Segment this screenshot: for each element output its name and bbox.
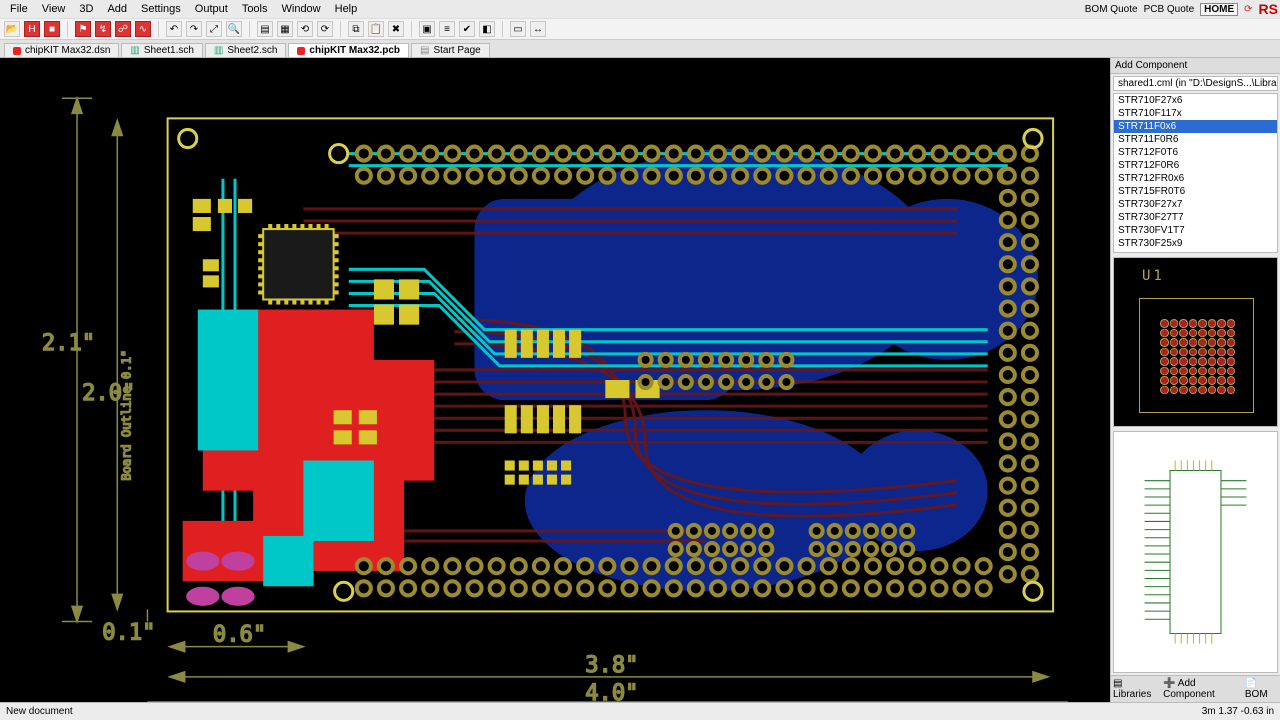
- topright-links: BOM Quote PCB Quote HOME ⟳ RS: [1085, 1, 1278, 17]
- svg-text:Board Outline 0.1": Board Outline 0.1": [119, 350, 133, 481]
- part-item[interactable]: STR710F27x6: [1114, 94, 1277, 107]
- svg-text:0.6": 0.6": [213, 622, 266, 648]
- status-coords: 3m 1.37 -0.63 in: [1202, 706, 1274, 717]
- schematic-preview: [1113, 431, 1278, 673]
- parts-list[interactable]: STR710F27x6STR710F117xSTR711F0x6STR711F0…: [1113, 93, 1278, 253]
- side-tab-add[interactable]: ➕ Add Component: [1163, 678, 1239, 700]
- pcb-icon: [297, 47, 305, 55]
- part-item[interactable]: STR730F25x9: [1114, 237, 1277, 250]
- panel-title: Add Component: [1111, 58, 1280, 74]
- copy-icon[interactable]: ⧉: [348, 21, 364, 37]
- part-item[interactable]: STR730FV1T7: [1114, 224, 1277, 237]
- part-item[interactable]: STR730F27T7: [1114, 211, 1277, 224]
- document-tabs: chipKIT Max32.dsn ▥Sheet1.sch ▥Sheet2.sc…: [0, 40, 1280, 58]
- library-path[interactable]: shared1.cml (in "D:\DesignS...\Library"): [1113, 76, 1278, 91]
- tab-pcb[interactable]: chipKIT Max32.pcb: [288, 43, 409, 57]
- part-item[interactable]: STR712F0R6: [1114, 159, 1277, 172]
- side-panel: Add Component shared1.cml (in "D:\Design…: [1110, 58, 1280, 702]
- pcb-svg: 2.1" 2.0" 0.1" 0.6" 3.8" 4.0" Board Outl…: [0, 58, 1110, 702]
- menu-help[interactable]: Help: [329, 2, 364, 16]
- menu-add[interactable]: Add: [101, 2, 133, 16]
- part-item[interactable]: STR730F27x7: [1114, 198, 1277, 211]
- grid-icon[interactable]: ▦: [277, 21, 293, 37]
- footprint-preview: U1: [1113, 257, 1278, 427]
- render3d-icon[interactable]: ◧: [479, 21, 495, 37]
- doc-icon: ▤: [420, 45, 429, 56]
- open-icon[interactable]: 📂: [4, 21, 20, 37]
- zoom-icon[interactable]: 🔍: [226, 21, 242, 37]
- flag-icon[interactable]: ⚑: [75, 21, 91, 37]
- layer-icon[interactable]: ▤: [257, 21, 273, 37]
- paste-icon[interactable]: 📋: [368, 21, 384, 37]
- refresh-icon[interactable]: ⟳: [1244, 4, 1252, 15]
- side-tabs: ▤ Libraries ➕ Add Component 📄 BOM: [1111, 675, 1280, 702]
- part-item[interactable]: STR712F0T6: [1114, 146, 1277, 159]
- rotate-right-icon[interactable]: ⟳: [317, 21, 333, 37]
- pcb-quote-link[interactable]: PCB Quote: [1144, 4, 1195, 15]
- bom-quote-link[interactable]: BOM Quote: [1085, 4, 1138, 15]
- rotate-left-icon[interactable]: ⟲: [297, 21, 313, 37]
- sch-icon: ▥: [130, 45, 139, 56]
- menu-output[interactable]: Output: [189, 2, 234, 16]
- status-bar: New document 3m 1.37 -0.63 in: [0, 702, 1280, 720]
- side-tab-libraries[interactable]: ▤ Libraries: [1113, 678, 1157, 700]
- sch-icon: ▥: [214, 45, 223, 56]
- trace-icon[interactable]: ∿: [135, 21, 151, 37]
- dim-icon[interactable]: ↔: [530, 21, 546, 37]
- menu-window[interactable]: Window: [276, 2, 327, 16]
- menu-file[interactable]: File: [4, 2, 34, 16]
- rs-logo: RS: [1259, 1, 1278, 17]
- sheet-icon[interactable]: ▭: [510, 21, 526, 37]
- part-item[interactable]: STR711F0R6: [1114, 133, 1277, 146]
- refdes-label: U1: [1142, 268, 1165, 284]
- undo-icon[interactable]: ↶: [166, 21, 182, 37]
- net-icon[interactable]: ≡: [439, 21, 455, 37]
- route-icon[interactable]: ↯: [95, 21, 111, 37]
- svg-text:0.1": 0.1": [102, 620, 155, 646]
- chip-icon[interactable]: ▣: [419, 21, 435, 37]
- via-icon[interactable]: ☍: [115, 21, 131, 37]
- svg-text:4.0": 4.0": [585, 680, 638, 702]
- side-tab-bom[interactable]: 📄 BOM: [1245, 678, 1278, 700]
- status-left: New document: [6, 706, 73, 717]
- home-button[interactable]: HOME: [1200, 3, 1238, 16]
- part-item[interactable]: STR715FR0T6: [1114, 185, 1277, 198]
- drc-icon[interactable]: ✔: [459, 21, 475, 37]
- menu-view[interactable]: View: [36, 2, 72, 16]
- tab-startpage[interactable]: ▤Start Page: [411, 43, 490, 57]
- tab-sheet1[interactable]: ▥Sheet1.sch: [121, 43, 203, 57]
- delete-icon[interactable]: ✖: [388, 21, 404, 37]
- chip-outline: [1139, 298, 1254, 413]
- save-icon[interactable]: H: [24, 21, 40, 37]
- pcb-canvas[interactable]: 2.1" 2.0" 0.1" 0.6" 3.8" 4.0" Board Outl…: [0, 58, 1110, 702]
- toolbar: 📂 H ■ ⚑ ↯ ☍ ∿ ↶ ↷ ⤢ 🔍 ▤ ▦ ⟲ ⟳ ⧉ 📋 ✖ ▣ ≡ …: [0, 18, 1280, 40]
- part-item[interactable]: STR712FR0x6: [1114, 172, 1277, 185]
- tab-sheet2[interactable]: ▥Sheet2.sch: [205, 43, 287, 57]
- project-icon[interactable]: ■: [44, 21, 60, 37]
- expand-icon[interactable]: ⤢: [206, 21, 222, 37]
- svg-text:3.8": 3.8": [585, 652, 638, 678]
- tab-design[interactable]: chipKIT Max32.dsn: [4, 43, 119, 57]
- part-item[interactable]: BGA: [1114, 250, 1277, 253]
- doc-icon: [13, 47, 21, 55]
- menu-tools[interactable]: Tools: [236, 2, 274, 16]
- menu-3d[interactable]: 3D: [73, 2, 99, 16]
- menu-settings[interactable]: Settings: [135, 2, 187, 16]
- svg-text:2.1": 2.1": [42, 330, 95, 356]
- part-item[interactable]: STR710F117x: [1114, 107, 1277, 120]
- part-item[interactable]: STR711F0x6: [1114, 120, 1277, 133]
- redo-icon[interactable]: ↷: [186, 21, 202, 37]
